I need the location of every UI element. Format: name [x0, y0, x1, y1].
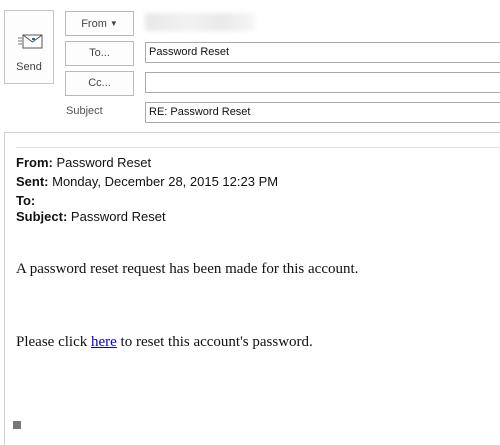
subject-label: Subject — [66, 105, 103, 117]
message-line-1: A password reset request has been made f… — [16, 261, 359, 277]
quoted-sent-line: Sent: Monday, December 28, 2015 12:23 PM — [16, 174, 278, 189]
quoted-to-line: To: — [16, 193, 35, 208]
to-button[interactable]: To... — [65, 41, 134, 66]
from-address-redacted — [145, 13, 255, 31]
quoted-sent-label: Sent: — [16, 174, 49, 189]
quoted-sent-value: Monday, December 28, 2015 12:23 PM — [52, 174, 279, 189]
resize-handle-icon[interactable] — [13, 421, 21, 429]
reset-link[interactable]: here — [91, 334, 117, 350]
cc-field[interactable] — [145, 72, 500, 93]
quoted-subject-line: Subject: Password Reset — [16, 209, 166, 224]
from-button[interactable]: From ▼ — [65, 11, 134, 36]
envelope-send-icon — [18, 34, 43, 49]
quoted-subject-label: Subject: — [16, 209, 68, 224]
message-line-2: Please click here to reset this account'… — [16, 334, 313, 351]
quoted-from-line: From: Password Reset — [16, 155, 151, 170]
to-field[interactable]: Password Reset — [145, 42, 500, 63]
divider — [16, 147, 500, 148]
quoted-to-label: To: — [16, 193, 36, 208]
cc-button[interactable]: Cc... — [65, 71, 134, 96]
send-label: Send — [16, 61, 42, 73]
from-button-label: From — [81, 18, 107, 30]
message-line-2-after: to reset this account's password. — [116, 334, 313, 350]
quoted-subject-value: Password Reset — [70, 209, 166, 224]
quoted-from-label: From: — [16, 155, 53, 170]
quoted-from-value: Password Reset — [56, 155, 152, 170]
subject-field[interactable]: RE: Password Reset — [145, 102, 500, 123]
chevron-down-icon: ▼ — [109, 19, 118, 28]
message-line-2-before: Please click — [16, 334, 91, 350]
send-button[interactable]: Send — [4, 10, 54, 84]
